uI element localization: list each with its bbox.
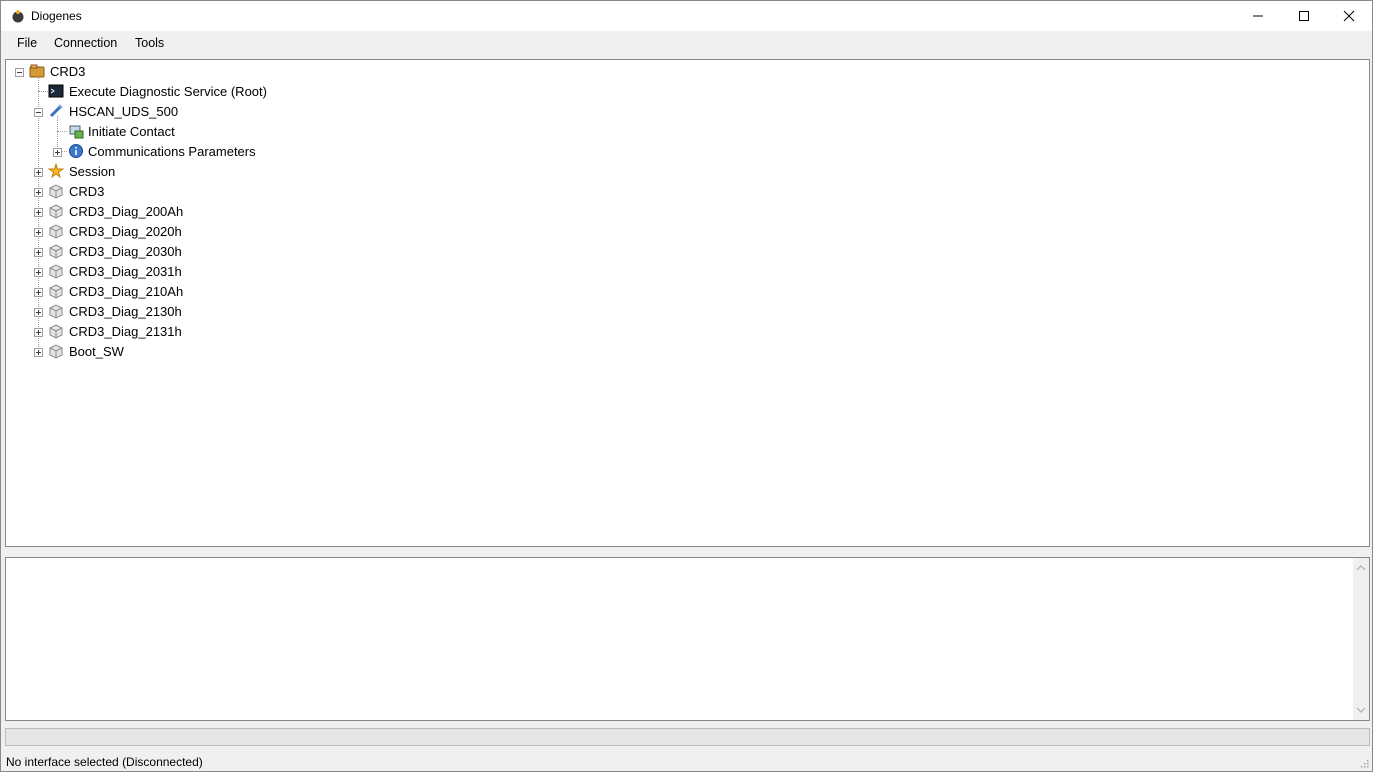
- expand-icon[interactable]: [34, 208, 43, 217]
- tree-node-diag-200ah[interactable]: CRD3_Diag_200Ah: [6, 202, 306, 222]
- expand-icon[interactable]: [34, 268, 43, 277]
- expand-icon[interactable]: [34, 228, 43, 237]
- tree-item-label: CRD3_Diag_210Ah: [69, 284, 184, 299]
- tree-node-execute[interactable]: Execute Diagnostic Service (Root): [6, 82, 306, 102]
- tree-node-comm-params[interactable]: Communications Parameters: [6, 142, 306, 162]
- tree-node-diag-2031h[interactable]: CRD3_Diag_2031h: [6, 262, 306, 282]
- menu-tools[interactable]: Tools: [133, 36, 166, 50]
- tree-node-hscan[interactable]: HSCAN_UDS_500: [6, 102, 306, 122]
- minimize-button[interactable]: [1235, 1, 1281, 31]
- info-icon: [69, 144, 83, 158]
- tree-item-label: Boot_SW: [69, 344, 124, 359]
- close-icon: [1343, 10, 1355, 22]
- box-icon: [49, 284, 63, 299]
- service-tree[interactable]: CRD3 Execute Diagnostic Service (Root) H…: [5, 59, 1370, 547]
- tree-item-label: CRD3_Diag_2031h: [69, 264, 182, 279]
- output-log[interactable]: [5, 557, 1370, 721]
- main-window: Diogenes File Connection Tools CRD3 Exec…: [0, 0, 1373, 772]
- tree-item-label: HSCAN_UDS_500: [69, 104, 179, 119]
- progress-bar: [5, 728, 1370, 746]
- tree-node-diag-210ah[interactable]: CRD3_Diag_210Ah: [6, 282, 306, 302]
- folder-icon: [29, 64, 45, 78]
- tree-item-label: CRD3: [69, 184, 105, 199]
- star-icon: [48, 163, 64, 179]
- tree-item-label: Session: [69, 164, 116, 179]
- tree-item-label: CRD3_Diag_200Ah: [69, 204, 184, 219]
- tree-node-initiate[interactable]: Initiate Contact: [6, 122, 306, 142]
- window-title: Diogenes: [31, 9, 82, 23]
- tree-root-label: CRD3: [50, 64, 86, 79]
- tree-node-crd3[interactable]: CRD3: [6, 182, 306, 202]
- app-icon: [12, 10, 24, 23]
- box-icon: [49, 324, 63, 339]
- log-scrollbar[interactable]: [1353, 558, 1369, 720]
- resize-grip-icon[interactable]: [1359, 758, 1369, 768]
- scroll-up-icon[interactable]: [1353, 560, 1369, 576]
- tree-item-label: Execute Diagnostic Service (Root): [69, 84, 267, 99]
- tree-item-label: CRD3_Diag_2030h: [69, 244, 182, 259]
- collapse-icon[interactable]: [15, 68, 24, 77]
- expand-icon[interactable]: [34, 288, 43, 297]
- box-icon: [49, 344, 63, 359]
- box-icon: [49, 184, 63, 199]
- tree-item-label: CRD3_Diag_2131h: [69, 324, 182, 339]
- terminal-icon: [48, 84, 64, 98]
- status-text: No interface selected (Disconnected): [6, 755, 203, 769]
- box-icon: [49, 244, 63, 259]
- menu-file[interactable]: File: [15, 36, 39, 50]
- network-icon: [69, 125, 84, 139]
- menu-connection[interactable]: Connection: [52, 36, 119, 50]
- box-icon: [49, 204, 63, 219]
- tree-item-label: Initiate Contact: [88, 124, 175, 139]
- expand-icon[interactable]: [34, 248, 43, 257]
- tree-node-boot-sw[interactable]: Boot_SW: [6, 342, 306, 362]
- menu-bar: File Connection Tools: [1, 32, 1372, 54]
- connector-icon: [49, 104, 63, 118]
- expand-icon[interactable]: [34, 168, 43, 177]
- expand-icon[interactable]: [34, 188, 43, 197]
- scroll-down-icon[interactable]: [1353, 702, 1369, 718]
- tree-node-diag-2030h[interactable]: CRD3_Diag_2030h: [6, 242, 306, 262]
- close-button[interactable]: [1326, 1, 1372, 31]
- tree-node-session[interactable]: Session: [6, 162, 306, 182]
- maximize-icon: [1299, 11, 1309, 21]
- box-icon: [49, 304, 63, 319]
- tree-node-root[interactable]: CRD3: [6, 62, 306, 82]
- tree-item-label: Communications Parameters: [88, 144, 256, 159]
- tree-item-label: CRD3_Diag_2130h: [69, 304, 182, 319]
- expand-icon[interactable]: [53, 148, 62, 157]
- maximize-button[interactable]: [1281, 1, 1327, 31]
- box-icon: [49, 224, 63, 239]
- title-bar[interactable]: Diogenes: [1, 1, 1372, 31]
- collapse-icon[interactable]: [34, 108, 43, 117]
- tree-node-diag-2131h[interactable]: CRD3_Diag_2131h: [6, 322, 306, 342]
- expand-icon[interactable]: [34, 328, 43, 337]
- box-icon: [49, 264, 63, 279]
- minimize-icon: [1253, 15, 1263, 17]
- tree-node-diag-2020h[interactable]: CRD3_Diag_2020h: [6, 222, 306, 242]
- tree-node-diag-2130h[interactable]: CRD3_Diag_2130h: [6, 302, 306, 322]
- tree-item-label: CRD3_Diag_2020h: [69, 224, 182, 239]
- expand-icon[interactable]: [34, 308, 43, 317]
- expand-icon[interactable]: [34, 348, 43, 357]
